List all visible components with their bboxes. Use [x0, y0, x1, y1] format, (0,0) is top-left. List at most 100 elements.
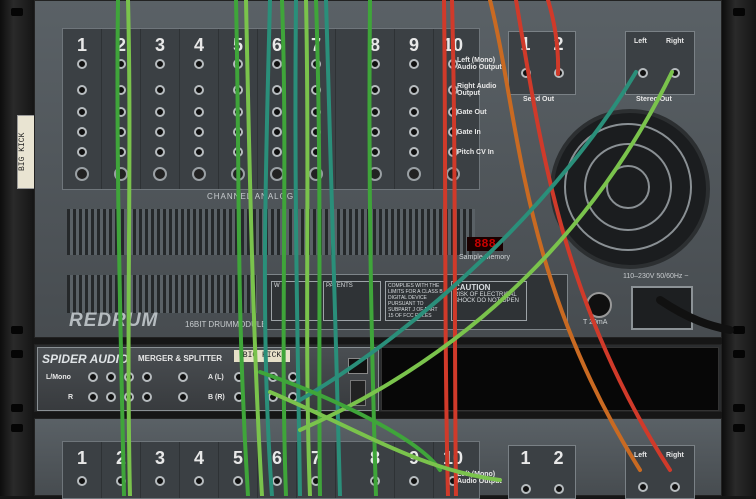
- merger-in-jack[interactable]: [88, 392, 98, 402]
- rail-hole: [733, 424, 745, 432]
- send-out-1-jack[interactable]: [521, 484, 531, 494]
- channel-column-7: 7: [297, 442, 336, 498]
- gate-in-jack[interactable]: [194, 127, 204, 137]
- audio-out-left-jack[interactable]: [311, 59, 321, 69]
- audio-out-left-jack[interactable]: [233, 476, 243, 486]
- gate-out-jack[interactable]: [311, 107, 321, 117]
- pitch-cv-in-jack[interactable]: [272, 147, 282, 157]
- splitter-in-jack[interactable]: [234, 392, 244, 402]
- cv-trim-knob[interactable]: [407, 167, 421, 181]
- audio-out-left-jack[interactable]: [194, 59, 204, 69]
- merger-out-jack[interactable]: [178, 392, 188, 402]
- merger-in-jack[interactable]: [88, 372, 98, 382]
- audio-out-left-jack[interactable]: [311, 476, 321, 486]
- splitter-out-jack[interactable]: [288, 392, 298, 402]
- audio-out-right-jack[interactable]: [116, 85, 126, 95]
- audio-out-right-jack[interactable]: [194, 85, 204, 95]
- cv-trim-knob[interactable]: [192, 167, 206, 181]
- pitch-cv-in-jack[interactable]: [155, 147, 165, 157]
- gate-out-jack[interactable]: [370, 107, 380, 117]
- cv-trim-knob[interactable]: [114, 167, 128, 181]
- gate-in-jack[interactable]: [370, 127, 380, 137]
- pitch-cv-in-jack[interactable]: [116, 147, 126, 157]
- splitter-out-jack[interactable]: [288, 372, 298, 382]
- splitter-in-jack[interactable]: [234, 372, 244, 382]
- audio-out-left-jack[interactable]: [194, 476, 204, 486]
- pitch-cv-in-jack[interactable]: [194, 147, 204, 157]
- gate-out-jack[interactable]: [77, 107, 87, 117]
- mode-switch[interactable]: [350, 380, 366, 406]
- cv-trim-knob[interactable]: [153, 167, 167, 181]
- device-name-tape[interactable]: BIG KICK: [17, 115, 35, 189]
- cv-trim-knob[interactable]: [309, 167, 323, 181]
- gate-out-jack[interactable]: [194, 107, 204, 117]
- pitch-cv-in-jack[interactable]: [233, 147, 243, 157]
- audio-out-left-jack[interactable]: [155, 59, 165, 69]
- channel-number: 2: [115, 448, 126, 468]
- merger-in-jack[interactable]: [124, 372, 134, 382]
- pitch-cv-in-jack[interactable]: [370, 147, 380, 157]
- stereo-out-panel: Left Right Stereo Out: [625, 31, 695, 103]
- channel-column-7: 7: [297, 29, 336, 189]
- gate-in-jack[interactable]: [116, 127, 126, 137]
- gate-in-jack[interactable]: [311, 127, 321, 137]
- audio-out-left-jack[interactable]: [370, 476, 380, 486]
- pitch-cv-in-jack[interactable]: [77, 147, 87, 157]
- gate-out-jack[interactable]: [155, 107, 165, 117]
- audio-out-left-jack[interactable]: [233, 59, 243, 69]
- stereo-right-label: Right: [666, 38, 684, 45]
- pitch-cv-in-jack[interactable]: [311, 147, 321, 157]
- gate-in-jack[interactable]: [155, 127, 165, 137]
- audio-out-left-jack[interactable]: [272, 59, 282, 69]
- merger-in-jack[interactable]: [106, 392, 116, 402]
- audio-out-right-jack[interactable]: [409, 85, 419, 95]
- stereo-out-right-jack[interactable]: [670, 482, 680, 492]
- stereo-out-left-jack[interactable]: [638, 482, 648, 492]
- split-label-b: B (R): [208, 394, 225, 401]
- audio-out-left-jack[interactable]: [155, 476, 165, 486]
- splitter-out-jack[interactable]: [268, 392, 278, 402]
- audio-out-left-jack[interactable]: [77, 476, 87, 486]
- gate-in-jack[interactable]: [409, 127, 419, 137]
- gate-in-jack[interactable]: [272, 127, 282, 137]
- gate-out-jack[interactable]: [233, 107, 243, 117]
- audio-out-left-jack[interactable]: [370, 59, 380, 69]
- merger-in-jack[interactable]: [142, 392, 152, 402]
- send-out-2-jack[interactable]: [554, 68, 564, 78]
- audio-out-left-jack[interactable]: [116, 59, 126, 69]
- gate-out-jack[interactable]: [409, 107, 419, 117]
- audio-out-right-jack[interactable]: [272, 85, 282, 95]
- audio-out-left-jack[interactable]: [77, 59, 87, 69]
- splitter-out-jack[interactable]: [268, 372, 278, 382]
- audio-out-left-jack[interactable]: [409, 59, 419, 69]
- merger-out-jack[interactable]: [178, 372, 188, 382]
- merger-in-jack[interactable]: [124, 392, 134, 402]
- gate-out-jack[interactable]: [272, 107, 282, 117]
- channel-number: 8: [369, 35, 380, 55]
- audio-out-right-jack[interactable]: [155, 85, 165, 95]
- audio-out-left-jack[interactable]: [409, 476, 419, 486]
- merger-in-jack[interactable]: [106, 372, 116, 382]
- audio-out-right-jack[interactable]: [233, 85, 243, 95]
- spider-name-tape[interactable]: BIG KICK: [234, 350, 290, 362]
- cv-trim-knob[interactable]: [446, 167, 460, 181]
- cv-trim-knob[interactable]: [270, 167, 284, 181]
- audio-out-left-jack[interactable]: [116, 476, 126, 486]
- audio-out-right-jack[interactable]: [370, 85, 380, 95]
- gate-in-jack[interactable]: [77, 127, 87, 137]
- cv-trim-knob[interactable]: [75, 167, 89, 181]
- pitch-cv-in-jack[interactable]: [409, 147, 419, 157]
- stereo-out-right-jack[interactable]: [670, 68, 680, 78]
- power-switch[interactable]: [348, 358, 368, 374]
- cv-trim-knob[interactable]: [368, 167, 382, 181]
- send-out-2-jack[interactable]: [554, 484, 564, 494]
- audio-out-left-jack[interactable]: [272, 476, 282, 486]
- merger-in-jack[interactable]: [142, 372, 152, 382]
- gate-out-jack[interactable]: [116, 107, 126, 117]
- audio-out-right-jack[interactable]: [311, 85, 321, 95]
- send-out-1-jack[interactable]: [521, 68, 531, 78]
- gate-in-jack[interactable]: [233, 127, 243, 137]
- cv-trim-knob[interactable]: [231, 167, 245, 181]
- stereo-out-left-jack[interactable]: [638, 68, 648, 78]
- audio-out-right-jack[interactable]: [77, 85, 87, 95]
